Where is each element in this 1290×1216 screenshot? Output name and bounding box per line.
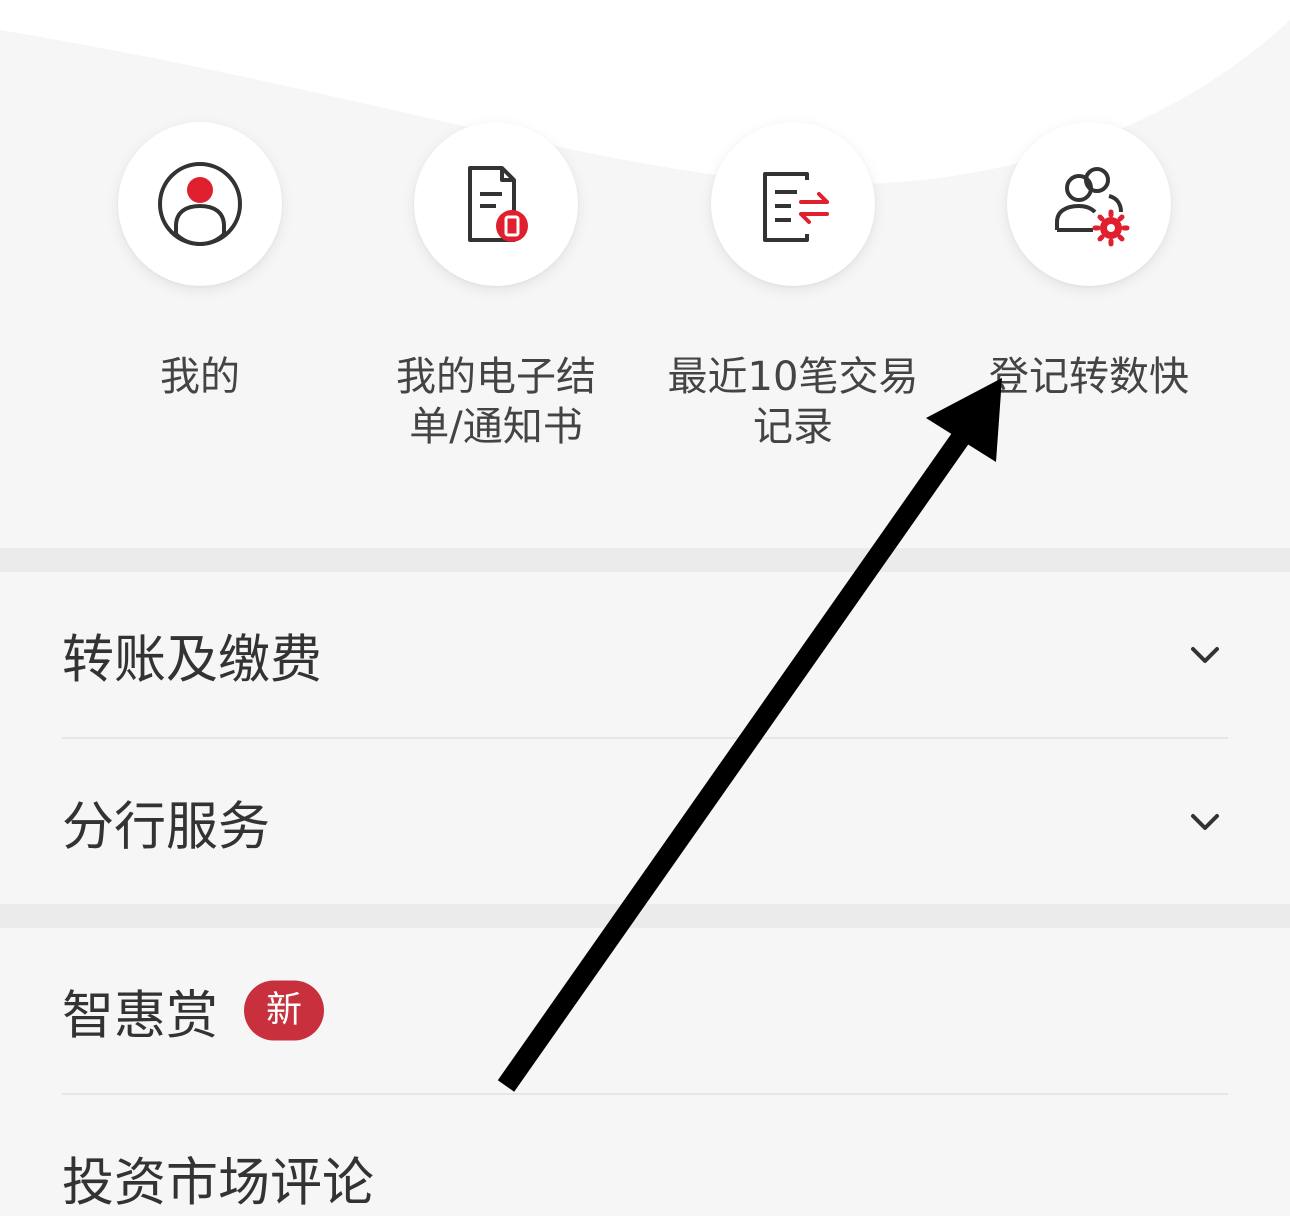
chevron-down-icon xyxy=(1191,646,1219,663)
quick-action-circle xyxy=(118,122,282,286)
quick-action-e-statement[interactable]: 我的电子结 单/通知书 xyxy=(346,122,646,462)
quick-action-my-profile[interactable]: 我的 xyxy=(50,122,350,462)
transaction-record-icon xyxy=(763,172,829,242)
new-badge: 新 xyxy=(244,980,325,1041)
quick-action-recent-transactions[interactable]: 最近10笔交易 记录 xyxy=(643,122,943,462)
menu-item-transfer-and-payment[interactable]: 转账及缴费 xyxy=(0,572,1290,737)
section-divider xyxy=(0,904,1290,928)
menu-item-market-commentary[interactable]: 投资市场评论 xyxy=(0,1095,1290,1216)
menu-item-label: 分行服务 xyxy=(62,797,271,857)
quick-action-circle xyxy=(1007,122,1171,286)
menu-item-label: 转账及缴费 xyxy=(62,630,323,690)
quick-action-label: 我的电子结 单/通知书 xyxy=(396,354,596,450)
menu-item-label-group: 智惠赏 新 xyxy=(62,973,325,1048)
menu-item-smart-rewards[interactable]: 智惠赏 新 xyxy=(0,928,1290,1093)
chevron-down-icon xyxy=(1191,813,1219,830)
quick-action-label: 登记转数快 xyxy=(989,354,1189,400)
user-profile-icon xyxy=(158,162,242,247)
menu-item-branch-services[interactable]: 分行服务 xyxy=(0,739,1290,904)
menu-item-label: 投资市场评论 xyxy=(62,1153,375,1213)
app-screen: 我的 我的电子结 单/通知书 最近10笔交易 记录 登记转数快 转账及缴费 分行… xyxy=(0,0,1290,1216)
e-statement-icon xyxy=(468,166,528,242)
quick-action-circle xyxy=(414,122,578,286)
quick-action-label: 最近10笔交易 记录 xyxy=(667,354,919,450)
fps-register-icon xyxy=(1055,167,1130,247)
section-divider xyxy=(0,548,1290,572)
quick-action-label: 我的 xyxy=(160,354,240,400)
quick-action-circle xyxy=(711,122,875,286)
quick-actions-row: 我的 我的电子结 单/通知书 最近10笔交易 记录 登记转数快 xyxy=(0,0,1290,548)
quick-action-fps-register[interactable]: 登记转数快 xyxy=(939,122,1239,462)
menu-item-label: 智惠赏 xyxy=(62,986,219,1046)
